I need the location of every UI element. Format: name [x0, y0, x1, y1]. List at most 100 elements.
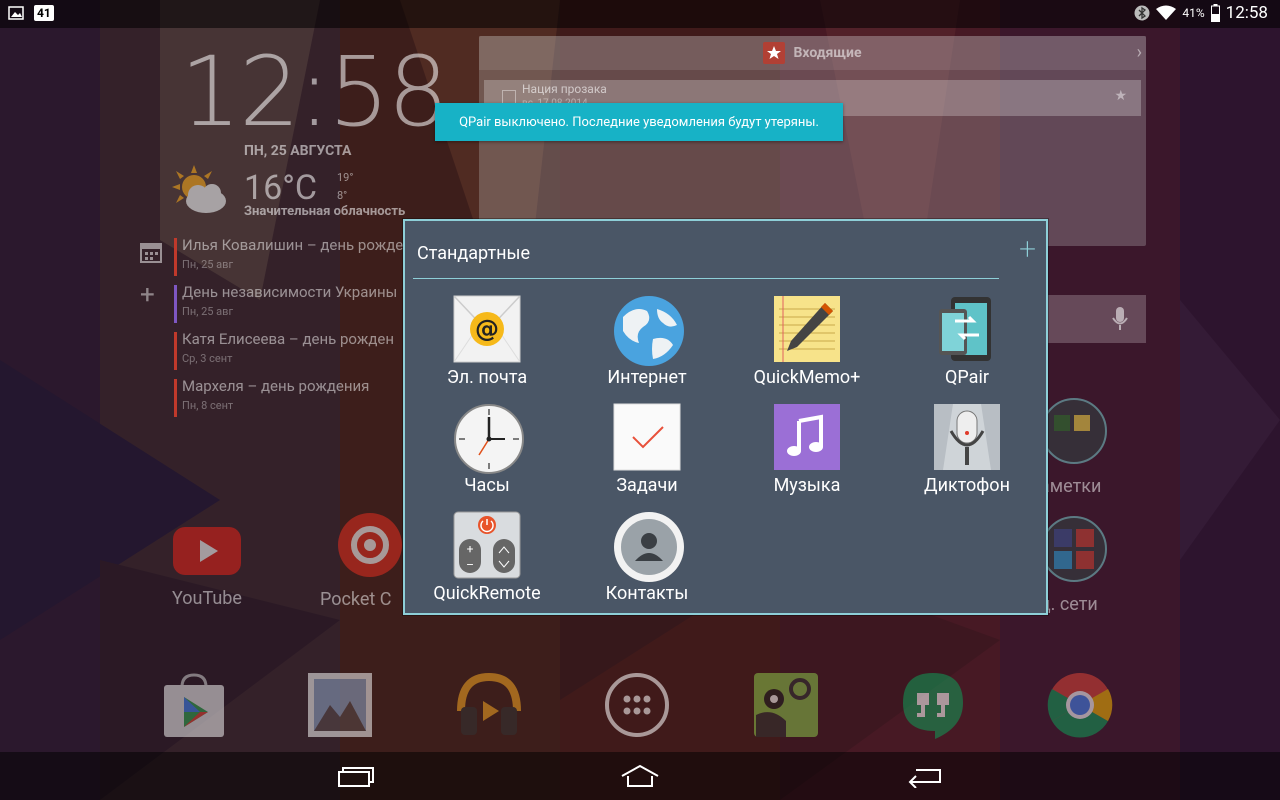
clock-widget-time[interactable]: 12:58	[180, 36, 449, 148]
headphones-icon	[457, 672, 521, 735]
app-label: Задачи	[616, 475, 678, 496]
app-label: Часы	[464, 475, 510, 496]
task-checkbox[interactable]	[502, 90, 516, 104]
app-label: Эл. почта	[446, 367, 528, 388]
calendar-event[interactable]: Катя Елисеева – день рожден Ср, 3 сент	[174, 330, 422, 370]
notes-folder[interactable]: аметки	[1040, 397, 1130, 497]
inbox-item-title: Нация прозака	[522, 82, 607, 96]
chrome-app[interactable]	[1046, 671, 1114, 739]
home-icon[interactable]	[620, 764, 660, 788]
event-date: Пн, 8 сент	[182, 399, 234, 412]
app-drawer-button[interactable]	[603, 671, 671, 739]
folder-title[interactable]: Стандартные	[417, 243, 530, 264]
toast-message: QPair выключено. Последние уведомления б…	[435, 103, 843, 141]
app-internet[interactable]: Интернет	[567, 295, 727, 388]
contacts-icon	[613, 511, 684, 582]
battery-icon	[1210, 4, 1220, 22]
event-date: Пн, 25 авг	[182, 258, 234, 271]
hangouts-icon	[903, 673, 963, 739]
gallery-notification-icon	[8, 6, 24, 20]
social-folder-label: ц. сети	[1040, 594, 1098, 615]
lg-health-app[interactable]	[752, 671, 820, 739]
qpair-icon	[933, 295, 1001, 363]
play-store-icon	[164, 673, 224, 737]
star-icon[interactable]: ★	[1114, 88, 1127, 104]
event-color-bar	[174, 285, 177, 323]
google-search-bar[interactable]	[1048, 295, 1146, 343]
wunderlist-icon	[763, 42, 786, 64]
status-time: 12:58	[1225, 3, 1268, 23]
gallery-app[interactable]	[306, 671, 374, 739]
youtube-icon	[173, 527, 241, 575]
chevron-right-icon[interactable]: ›	[1137, 42, 1142, 63]
notification-count-badge: 41	[34, 5, 54, 21]
svg-text:–: –	[466, 558, 474, 572]
battery-percent: 41%	[1182, 6, 1205, 20]
hangouts-app[interactable]	[899, 671, 967, 739]
app-label: QuickMemo+	[753, 367, 861, 388]
notes-folder-label: аметки	[1040, 476, 1102, 497]
event-color-bar	[174, 238, 177, 276]
app-quickmemo[interactable]: QuickMemo+	[727, 295, 887, 388]
app-label: Музыка	[773, 475, 841, 496]
gallery-icon	[308, 673, 372, 737]
add-event-icon[interactable]: +	[140, 282, 155, 308]
music-icon	[773, 403, 841, 471]
inbox-widget[interactable]: Входящие › Нация прозака вс, 17.08.2014 …	[479, 36, 1146, 246]
recent-apps-icon[interactable]	[337, 764, 375, 788]
app-voice-recorder[interactable]: Диктофон	[887, 403, 1047, 496]
app-label: Интернет	[607, 367, 687, 388]
settings-bird-icon	[754, 673, 818, 737]
app-label: Контакты	[605, 583, 689, 604]
social-folder[interactable]: ц. сети	[1040, 515, 1130, 615]
youtube-app[interactable]: YouTube	[157, 525, 257, 609]
back-icon[interactable]	[906, 764, 944, 788]
event-date: Пн, 25 авг	[182, 305, 234, 318]
app-email[interactable]: @ Эл. почта	[407, 295, 567, 388]
chrome-icon	[1047, 673, 1113, 738]
app-qpair[interactable]: QPair	[887, 295, 1047, 388]
cloudy-sun-icon	[170, 165, 230, 225]
youtube-label: YouTube	[172, 588, 242, 609]
weather-low: 8°	[337, 189, 348, 202]
wifi-icon	[1156, 5, 1177, 20]
microphone-icon[interactable]	[1112, 307, 1128, 331]
email-icon: @	[453, 295, 521, 363]
event-title: Илья Ковалишин – день рожде	[182, 236, 404, 254]
folder-divider	[413, 278, 999, 279]
calendar-event[interactable]: День независимости Украины Пн, 25 авг	[174, 283, 422, 323]
weather-temperature: 16°C	[244, 168, 318, 208]
play-store-app[interactable]	[160, 671, 228, 739]
add-app-icon[interactable]: +	[1019, 235, 1036, 265]
event-title: Катя Елисеева – день рожден	[182, 330, 394, 348]
app-label: Диктофон	[924, 475, 1010, 496]
event-date: Ср, 3 сент	[182, 352, 233, 365]
bluetooth-icon	[1134, 5, 1150, 21]
memo-icon	[773, 295, 841, 363]
notes-folder-icon	[1041, 398, 1107, 464]
app-label: QPair	[945, 367, 989, 388]
app-contacts[interactable]: Контакты	[567, 511, 727, 604]
app-music[interactable]: Музыка	[727, 403, 887, 496]
microphone-icon	[933, 403, 1001, 471]
status-bar: 41 41% 12:58	[0, 0, 1280, 28]
folder-popup: Стандартные + @ Эл. почта Интернет Quick…	[403, 219, 1048, 615]
weather-condition: Значительная облачность	[244, 204, 406, 219]
event-title: День независимости Украины	[182, 283, 398, 301]
inbox-header[interactable]: Входящие	[479, 36, 1146, 70]
event-title: Мархеля – день рождения	[182, 377, 370, 395]
calendar-event[interactable]: Илья Ковалишин – день рожде Пн, 25 авг	[174, 236, 422, 276]
calendar-icon[interactable]	[140, 241, 162, 263]
play-music-app[interactable]	[455, 671, 523, 739]
social-folder-icon	[1041, 516, 1107, 582]
pocket-casts-icon	[338, 513, 402, 577]
clock-widget-date: ПН, 25 АВГУСТА	[244, 143, 352, 159]
event-color-bar	[174, 379, 177, 417]
remote-icon: + –	[453, 511, 521, 579]
calendar-event[interactable]: Мархеля – день рождения Пн, 8 сент	[174, 377, 422, 417]
app-clock[interactable]: Часы	[407, 403, 567, 496]
app-quickremote[interactable]: + – QuickRemote	[407, 511, 567, 604]
weather-high: 19°	[337, 171, 354, 184]
app-tasks[interactable]: Задачи	[567, 403, 727, 496]
tasks-icon	[613, 403, 681, 471]
